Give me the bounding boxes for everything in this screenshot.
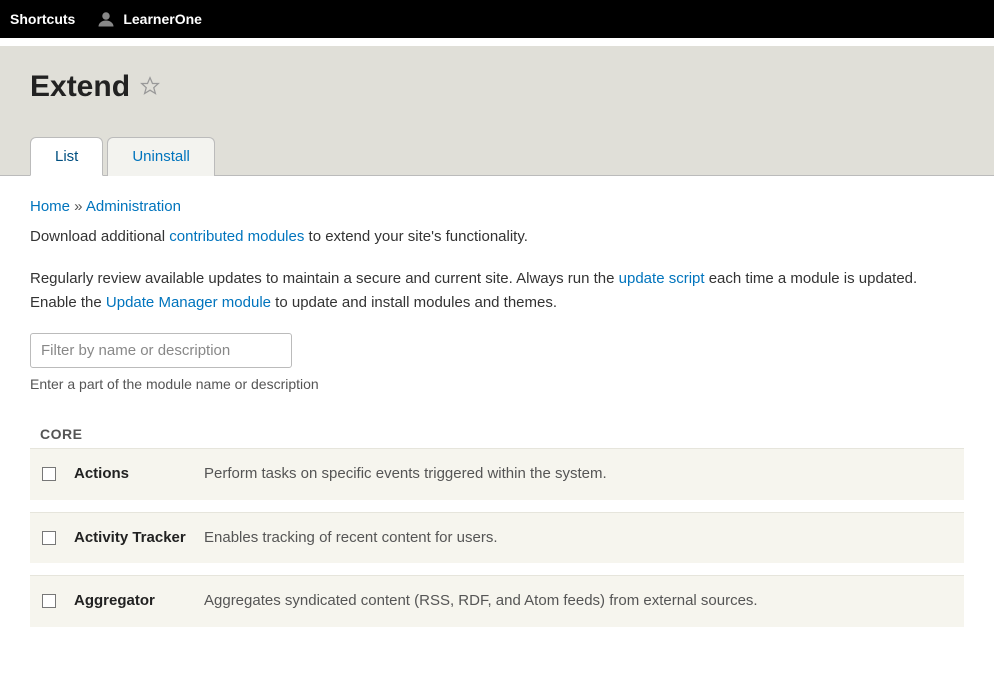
- module-row: Aggregator Aggregates syndicated content…: [30, 575, 964, 627]
- toolbar-shortcuts[interactable]: Shortcuts: [10, 11, 75, 27]
- module-row: Activity Tracker Enables tracking of rec…: [30, 512, 964, 564]
- user-icon: [97, 10, 115, 28]
- tab-uninstall[interactable]: Uninstall: [107, 137, 215, 176]
- module-name: Activity Tracker: [74, 527, 204, 550]
- module-description: Perform tasks on specific events trigger…: [204, 463, 607, 486]
- module-checkbox[interactable]: [42, 531, 56, 545]
- toolbar-user[interactable]: LearnerOne: [97, 10, 202, 28]
- breadcrumb: Home » Administration: [30, 198, 964, 215]
- module-row: Actions Perform tasks on specific events…: [30, 448, 964, 500]
- tab-list-label: List: [55, 148, 78, 165]
- intro-para-1: Download additional contributed modules …: [30, 225, 964, 249]
- module-filter-input[interactable]: [30, 333, 292, 368]
- intro-para-2: Regularly review available updates to ma…: [30, 267, 964, 315]
- module-checkbox[interactable]: [42, 594, 56, 608]
- filter-help-text: Enter a part of the module name or descr…: [30, 376, 964, 392]
- admin-toolbar: Shortcuts LearnerOne: [0, 0, 994, 38]
- module-name: Aggregator: [74, 590, 204, 613]
- module-description: Enables tracking of recent content for u…: [204, 527, 498, 550]
- header-region: Extend List Uninstall: [0, 46, 994, 175]
- link-update-manager[interactable]: Update Manager module: [106, 294, 271, 311]
- star-icon[interactable]: [140, 70, 160, 104]
- page-title: Extend: [30, 70, 130, 104]
- username-label: LearnerOne: [123, 11, 202, 27]
- module-description: Aggregates syndicated content (RSS, RDF,…: [204, 590, 758, 613]
- module-checkbox[interactable]: [42, 467, 56, 481]
- section-header-core: CORE: [30, 420, 964, 448]
- breadcrumb-sep: »: [70, 198, 86, 215]
- primary-tabs: List Uninstall: [30, 137, 964, 176]
- module-name: Actions: [74, 463, 204, 486]
- tab-uninstall-label: Uninstall: [132, 148, 190, 165]
- content-region: Home » Administration Download additiona…: [0, 175, 994, 679]
- toolbar-tray: [0, 38, 994, 46]
- breadcrumb-home[interactable]: Home: [30, 198, 70, 215]
- link-contributed-modules[interactable]: contributed modules: [169, 228, 304, 245]
- breadcrumb-admin[interactable]: Administration: [86, 198, 181, 215]
- tab-list[interactable]: List: [30, 137, 103, 176]
- page-title-row: Extend: [30, 70, 964, 104]
- shortcuts-label: Shortcuts: [10, 11, 75, 27]
- link-update-script[interactable]: update script: [619, 270, 705, 287]
